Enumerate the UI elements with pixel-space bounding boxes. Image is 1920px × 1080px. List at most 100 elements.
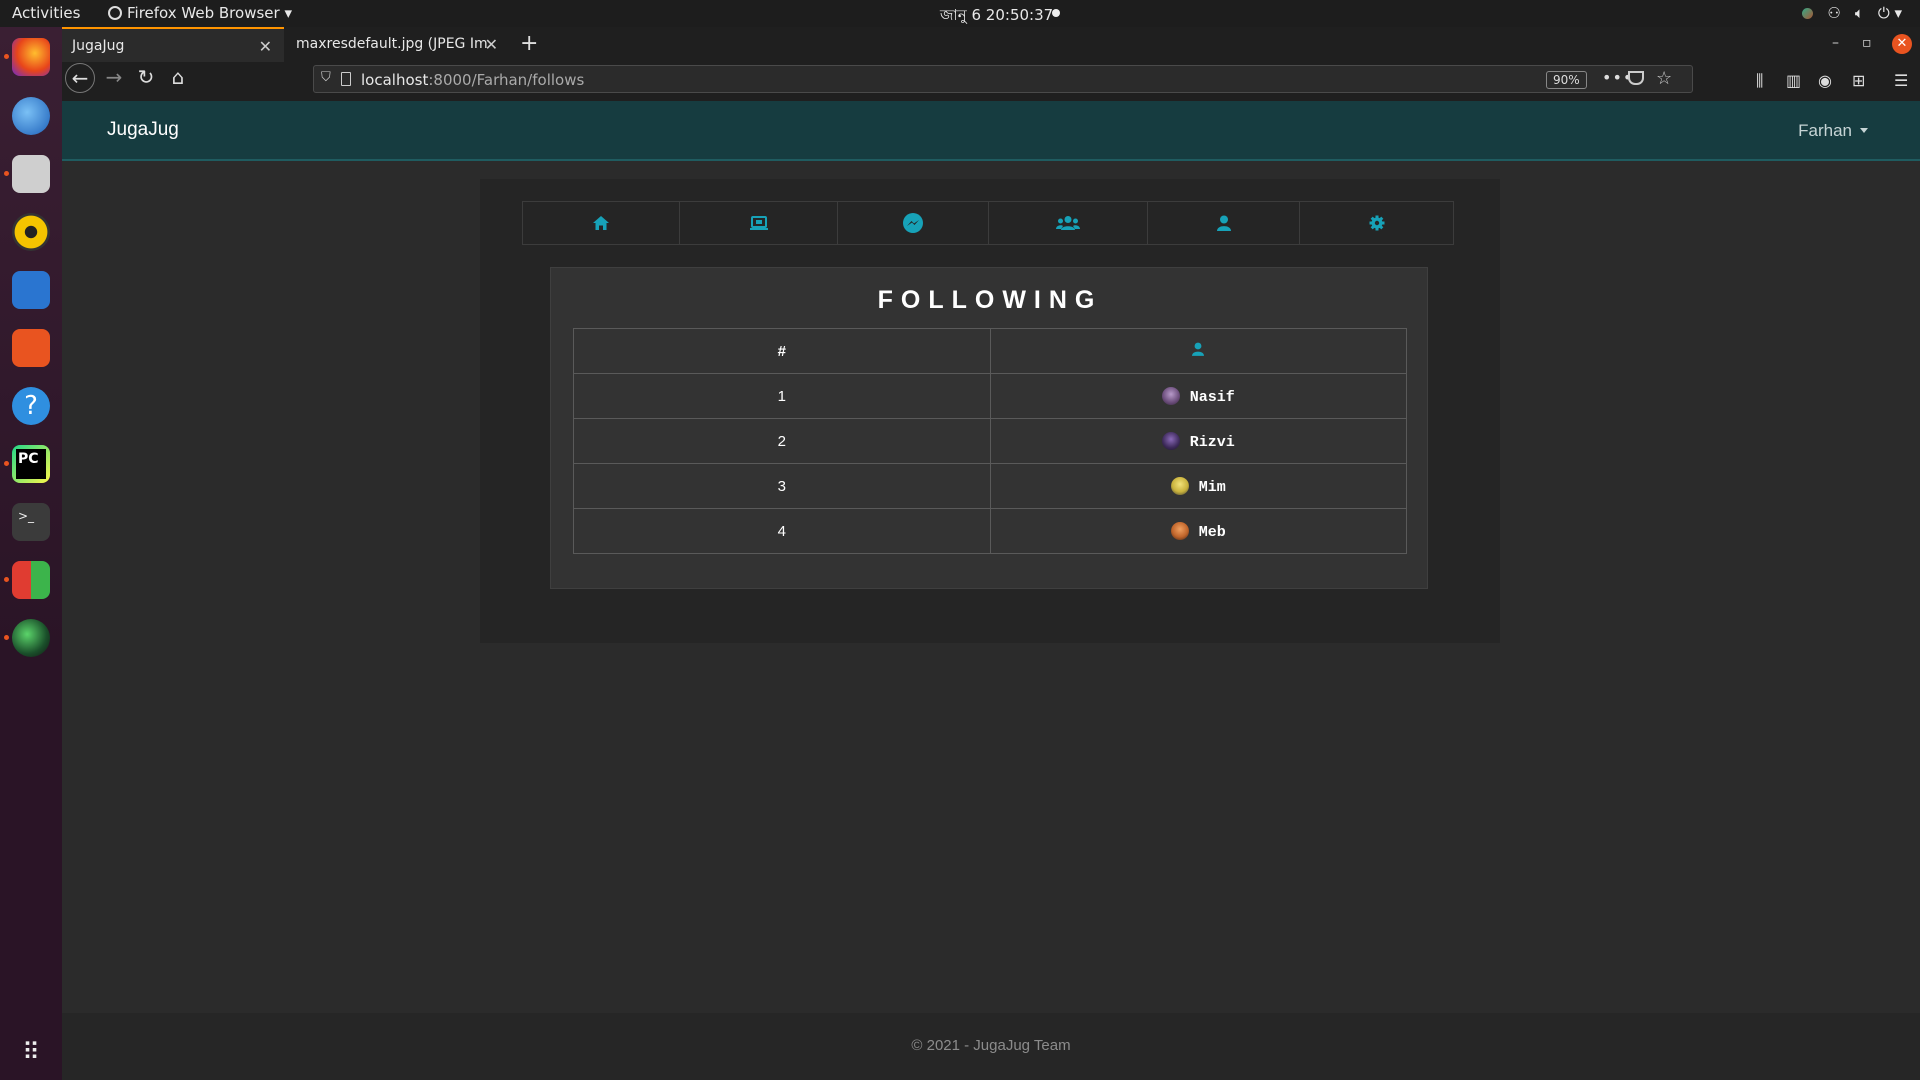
reload-button[interactable]: ↻ [131,63,161,93]
forward-button[interactable]: → [99,63,129,93]
tab-messages[interactable] [838,202,989,244]
help-dock-icon[interactable]: ? [12,387,50,425]
account-icon[interactable]: ◉ [1818,71,1832,90]
caret-down-icon [1860,128,1868,133]
site-footer: © 2021 - JugaJug Team [62,1013,1920,1080]
tab-jugajug[interactable]: JugaJug ✕ [62,27,284,62]
rhythmbox-dock-icon[interactable] [12,213,50,251]
home-icon [593,216,609,230]
following-table: # 1 Nasif 2 Rizvi 3 Mim 4 Meb [573,328,1407,554]
page-info-icon[interactable] [341,72,351,86]
tab-label: maxresdefault.jpg (JPEG Im [296,36,488,52]
url-bar[interactable]: ⛉ localhost:8000/Farhan/follows 90% ••• … [313,65,1693,93]
user-icon [1192,342,1205,356]
gear-icon [1369,215,1384,231]
messenger-icon [903,213,923,233]
user-cell[interactable]: Rizvi [989,418,1407,464]
url-host: localhost [361,71,429,89]
url-path: :8000/Farhan/follows [428,71,585,89]
user-name[interactable]: Mim [1199,479,1226,496]
show-apps-icon[interactable]: ⠿ [12,1033,50,1071]
user-column-header [989,328,1407,374]
activities-button[interactable]: Activities [12,4,80,22]
menu-icon[interactable]: ☰ [1894,71,1908,90]
table-header-row: # [573,328,1407,374]
user-cell[interactable]: Meb [989,508,1407,554]
tab-feed[interactable] [680,202,838,244]
user-name[interactable]: Rizvi [1190,434,1235,451]
tab-profile[interactable] [1148,202,1300,244]
network-icon[interactable]: ⚇ [1827,4,1840,22]
volume-icon[interactable]: 🔈︎ [1855,4,1864,22]
avatar [1161,431,1180,450]
notification-dot [1052,9,1060,17]
writer-dock-icon[interactable] [12,271,50,309]
table-row: 2 Rizvi [573,418,1407,464]
url-text[interactable]: localhost:8000/Farhan/follows [361,71,584,89]
software-dock-icon[interactable] [12,329,50,367]
firefox-icon [108,6,122,20]
row-index: 1 [573,373,991,419]
tab-home[interactable] [523,202,680,244]
site-brand[interactable]: JugaJug [107,119,179,141]
web-page: JugaJug Farhan FOLLOWING # 1 Nasif 2 Riz… [62,101,1920,1080]
following-card: FOLLOWING # 1 Nasif 2 Rizvi 3 Mim 4 Meb [550,267,1428,589]
user-name[interactable]: Nasif [1190,389,1235,406]
app-dock-icon[interactable] [4,561,50,599]
app-menu[interactable]: Firefox Web Browser ▾ [108,4,292,22]
close-icon[interactable]: ✕ [485,35,498,54]
minimize-button[interactable]: – [1832,35,1839,51]
avatar [1170,521,1189,540]
close-icon[interactable]: ✕ [259,37,272,56]
user-icon [1216,215,1231,231]
thunderbird-dock-icon[interactable] [12,97,50,135]
pycharm-dock-icon[interactable]: PC [4,445,50,483]
power-icon[interactable]: ⏻ ▾ [1878,4,1902,22]
avatar [1161,386,1180,405]
extensions-icon[interactable]: ⊞ [1852,71,1865,90]
user-cell[interactable]: Nasif [989,373,1407,419]
color-icon[interactable] [1802,7,1814,19]
library-icon[interactable]: ⫼ [1756,71,1763,91]
back-button[interactable]: ← [65,63,95,93]
pocket-icon[interactable] [1628,71,1644,85]
user-cell[interactable]: Mim [989,463,1407,509]
sidebar-icon[interactable]: ▥ [1786,71,1801,90]
user-dropdown[interactable]: Farhan [1798,121,1868,141]
terminal-dock-icon[interactable]: >_ [12,503,50,541]
files-dock-icon[interactable] [4,155,50,193]
user-dropdown-label: Farhan [1798,121,1852,140]
tab-followers[interactable] [989,202,1148,244]
restore-button[interactable]: ▫ [1862,35,1872,51]
table-row: 1 Nasif [573,373,1407,419]
tab-label: JugaJug [72,38,125,54]
system-top-bar: Activities Firefox Web Browser ▾ জানু 6 … [0,0,1920,27]
tracking-shield-icon[interactable]: ⛉ [321,70,331,85]
site-navbar: JugaJug Farhan [62,101,1920,161]
app-menu-label: Firefox Web Browser [127,4,280,22]
index-column-header: # [573,328,991,374]
tab-image[interactable]: maxresdefault.jpg (JPEG Im ✕ [286,27,510,62]
window-close-button[interactable]: ✕ [1892,34,1912,54]
row-index: 4 [573,508,991,554]
bookmark-star-icon[interactable]: ☆ [1656,68,1672,89]
laptop-icon [749,216,768,230]
avatar [1170,476,1189,495]
row-index: 2 [573,418,991,464]
tab-settings[interactable] [1300,202,1453,244]
clock[interactable]: জানু 6 20:50:37 [940,4,1053,29]
browser-chrome: JugaJug ✕ maxresdefault.jpg (JPEG Im ✕ +… [62,27,1920,101]
user-name[interactable]: Meb [1199,524,1226,541]
table-row: 4 Meb [573,508,1407,554]
home-button[interactable]: ⌂ [163,63,193,93]
globe-dock-icon[interactable] [4,619,50,657]
content-panel: FOLLOWING # 1 Nasif 2 Rizvi 3 Mim 4 Meb [480,179,1500,643]
firefox-dock-icon[interactable] [4,38,50,76]
icon-tab-bar [522,201,1454,245]
footer-text: © 2021 - JugaJug Team [911,1037,1071,1054]
zoom-indicator[interactable]: 90% [1546,71,1587,89]
new-tab-button[interactable]: + [520,31,538,56]
table-row: 3 Mim [573,463,1407,509]
system-tray[interactable]: ⚇ 🔈︎ ⏻ ▾ [1802,4,1902,22]
page-title: FOLLOWING [877,286,1103,314]
